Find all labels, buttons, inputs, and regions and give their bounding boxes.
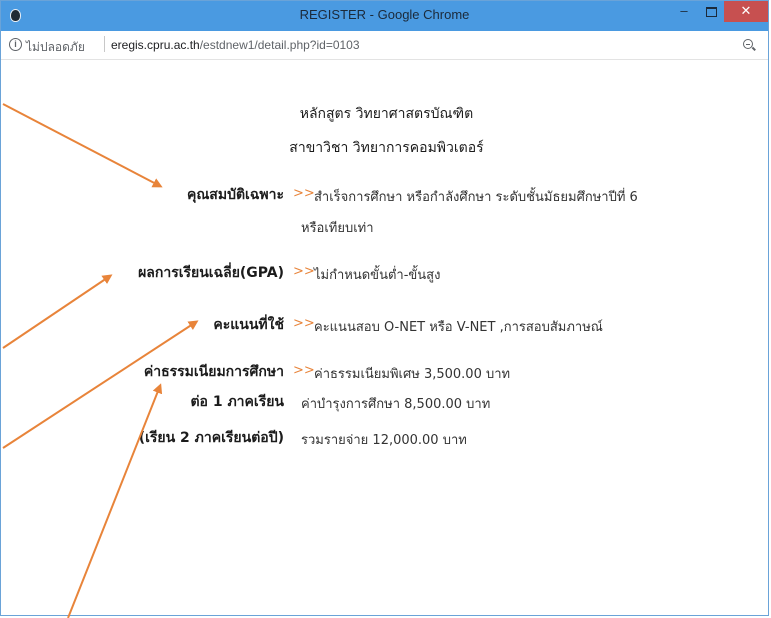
arrow-marker: >> bbox=[293, 264, 315, 279]
address-bar[interactable]: i ไม่ปลอดภัย eregis.cpru.ac.th/estdnew1/… bbox=[1, 31, 768, 60]
total-cost-value: รวมรายจ่าย 12,000.00 บาท bbox=[301, 433, 467, 448]
qualification-value-cont: หรือเทียบเท่า bbox=[301, 221, 374, 236]
maximize-icon bbox=[705, 7, 717, 17]
arrow-marker: >> bbox=[293, 186, 315, 201]
gpa-label: ผลการเรียนเฉลี่ย(GPA) bbox=[138, 265, 284, 281]
maximize-button[interactable] bbox=[698, 1, 724, 22]
page-content: หลักสูตร วิทยาศาสตรบัณฑิต สาขาวิชา วิทยา… bbox=[1, 60, 768, 616]
url-text[interactable]: eregis.cpru.ac.th/estdnew1/detail.php?id… bbox=[111, 38, 360, 52]
maintenance-fee-value: ค่าบำรุงการศึกษา 8,500.00 บาท bbox=[301, 397, 491, 412]
browser-popup-window: REGISTER - Google Chrome – ✕ i ไม่ปลอดภั… bbox=[0, 0, 769, 616]
per-semester-label: ต่อ 1 ภาคเรียน bbox=[190, 394, 284, 410]
security-label[interactable]: ไม่ปลอดภัย bbox=[26, 38, 85, 57]
zoom-icon[interactable] bbox=[743, 39, 753, 49]
special-fee-value: ค่าธรรมเนียมพิเศษ 3,500.00 บาท bbox=[314, 367, 511, 382]
qualification-label: คุณสมบัติเฉพาะ bbox=[186, 187, 284, 203]
score-label: คะแนนที่ใช้ bbox=[213, 317, 284, 333]
program-title: หลักสูตร วิทยาศาสตรบัณฑิต bbox=[299, 106, 474, 122]
fee-label: ค่าธรรมเนียมการศึกษา bbox=[143, 364, 284, 380]
arrow-marker: >> bbox=[293, 316, 315, 331]
arrow-marker: >> bbox=[293, 363, 315, 378]
title-bar[interactable]: REGISTER - Google Chrome – ✕ bbox=[1, 1, 768, 31]
gpa-value: ไม่กำหนดขั้นต่ำ-ขั้นสูง bbox=[314, 268, 441, 283]
info-icon[interactable]: i bbox=[9, 38, 22, 51]
minimize-button[interactable]: – bbox=[671, 1, 697, 22]
major-title: สาขาวิชา วิทยาการคอมพิวเตอร์ bbox=[289, 140, 484, 156]
url-path: /estdnew1/detail.php?id=0103 bbox=[199, 38, 360, 52]
qualification-value: สำเร็จการศึกษา หรือกำลังศึกษา ระดับชั้นม… bbox=[314, 190, 638, 205]
url-domain: eregis.cpru.ac.th bbox=[111, 38, 200, 52]
close-button[interactable]: ✕ bbox=[724, 1, 768, 22]
score-value: คะแนนสอบ O-NET หรือ V-NET ,การสอบสัมภาษณ… bbox=[314, 320, 603, 335]
semesters-per-year-label: (เรียน 2 ภาคเรียนต่อปี) bbox=[138, 430, 284, 446]
address-divider bbox=[104, 36, 105, 52]
window-title: REGISTER - Google Chrome bbox=[299, 7, 470, 22]
